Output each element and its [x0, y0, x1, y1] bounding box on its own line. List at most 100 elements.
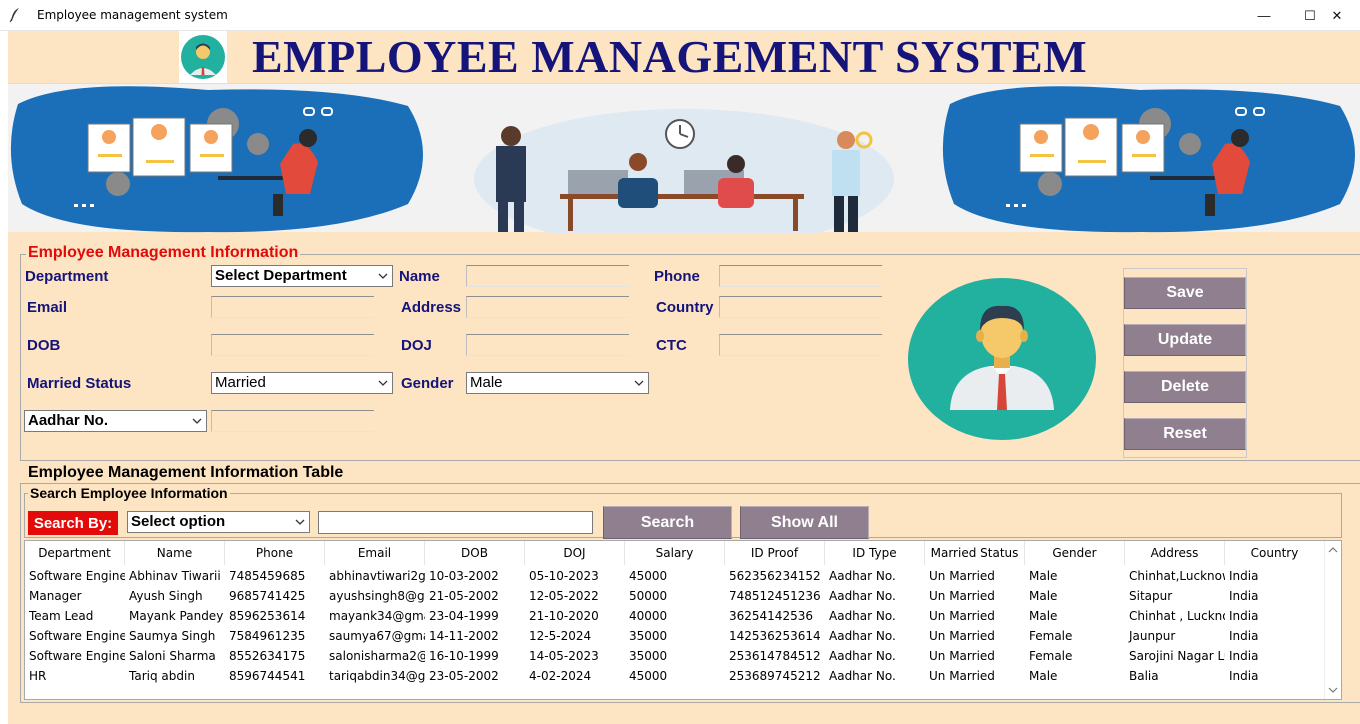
table-cell: Aadhar No. [829, 589, 896, 603]
table-cell: Sarojini Nagar Lu [1129, 649, 1225, 663]
table-cell: 253614784512 [729, 649, 821, 663]
table-cell: Saumya Singh [129, 629, 216, 643]
id-type-select[interactable]: Aadhar No. [24, 410, 207, 432]
address-field[interactable] [466, 296, 629, 318]
minimize-button[interactable]: — [1241, 0, 1287, 31]
column-header[interactable]: ID Type [825, 541, 925, 565]
column-header[interactable]: Email [325, 541, 425, 565]
table-cell: Chinhat , Lucknov [1129, 609, 1225, 623]
bottom-strip [8, 704, 1360, 724]
update-button[interactable]: Update [1124, 324, 1246, 356]
column-header[interactable]: DOB [425, 541, 525, 565]
table-cell: Un Married [929, 589, 995, 603]
chevron-down-icon [634, 380, 644, 386]
table-cell: 14-05-2023 [529, 649, 599, 663]
app-header: EMPLOYEE MANAGEMENT SYSTEM [8, 31, 1360, 83]
table-cell: Male [1029, 609, 1058, 623]
table-cell: 12-5-2024 [529, 629, 592, 643]
dob-field[interactable] [211, 334, 374, 356]
scroll-up-icon[interactable] [1328, 545, 1338, 555]
column-header[interactable]: Name [125, 541, 225, 565]
show-all-button[interactable]: Show All [740, 506, 869, 539]
gender-select[interactable]: Male [466, 372, 649, 394]
table-cell: India [1229, 629, 1259, 643]
table-body: Software Enginee Abhinav Tiwarii 748545968… [25, 566, 1325, 686]
search-button[interactable]: Search [603, 506, 732, 539]
column-header[interactable]: Address [1125, 541, 1225, 565]
column-header[interactable]: Phone [225, 541, 325, 565]
married-status-select[interactable]: Married [211, 372, 393, 394]
table-row[interactable]: HR Tariq abdin 8596744541 tariqabdin34@gm 23… [25, 666, 1325, 686]
table-cell: 8552634175 [229, 649, 306, 663]
country-field[interactable] [719, 296, 882, 318]
phone-field[interactable] [719, 265, 882, 287]
ctc-label: CTC [656, 337, 687, 354]
table-row[interactable]: Software Enginee Saumya Singh 7584961235 sa… [25, 626, 1325, 646]
table-cell: 23-04-1999 [429, 609, 499, 623]
table-cell: 10-03-2002 [429, 569, 499, 583]
table-cell: 16-10-1999 [429, 649, 499, 663]
table-cell: Aadhar No. [829, 649, 896, 663]
table-row[interactable]: Team Lead Mayank Pandey 8596253614 mayank34… [25, 606, 1325, 626]
column-header[interactable]: Country [1225, 541, 1325, 565]
dob-label: DOB [27, 337, 61, 354]
email-label: Email [27, 299, 68, 316]
table-cell: saumya67@gmai [329, 629, 425, 643]
window-left-edge [0, 31, 8, 724]
avatar [179, 31, 227, 83]
table-header: Department Name Phone Email DOB DOJ Salary ID P… [25, 541, 1325, 565]
table-cell: Aadhar No. [829, 669, 896, 683]
doj-field[interactable] [466, 334, 629, 356]
email-field[interactable] [211, 296, 374, 318]
table-cell: Male [1029, 569, 1058, 583]
table-cell: tariqabdin34@gm [329, 669, 425, 683]
table-cell: 8596253614 [229, 609, 306, 623]
table-cell: India [1229, 669, 1259, 683]
table-row[interactable]: Software Enginee Saloni Sharma 8552634175 s… [25, 646, 1325, 666]
table-cell: Saloni Sharma [129, 649, 216, 663]
search-input[interactable] [318, 511, 593, 534]
search-by-label: Search By: [28, 511, 118, 535]
table-row[interactable]: Manager Ayush Singh 9685741425 ayushsingh8@… [25, 586, 1325, 606]
column-header[interactable]: Department [25, 541, 125, 565]
table-cell: Un Married [929, 629, 995, 643]
department-select[interactable]: Select Department [211, 265, 393, 287]
profile-illustration [908, 278, 1096, 440]
column-header[interactable]: Salary [625, 541, 725, 565]
id-number-field[interactable] [211, 410, 374, 432]
table-cell: ayushsingh8@gm [329, 589, 425, 603]
department-label: Department [25, 268, 109, 285]
table-vertical-scrollbar[interactable] [1324, 541, 1341, 699]
delete-button[interactable]: Delete [1124, 371, 1246, 403]
chevron-down-icon [378, 273, 388, 279]
column-header[interactable]: ID Proof [725, 541, 825, 565]
employee-table[interactable]: Department Name Phone Email DOB DOJ Salary ID P… [24, 540, 1342, 700]
table-cell: Female [1029, 649, 1073, 663]
user-avatar-icon [181, 35, 225, 79]
reset-button[interactable]: Reset [1124, 418, 1246, 450]
search-option-select[interactable]: Select option [127, 511, 310, 533]
doj-label: DOJ [401, 337, 432, 354]
table-cell: 748512451236 [729, 589, 821, 603]
column-header[interactable]: Gender [1025, 541, 1125, 565]
ctc-field[interactable] [719, 334, 882, 356]
table-cell: Aadhar No. [829, 569, 896, 583]
column-header[interactable]: DOJ [525, 541, 625, 565]
office-illustration [10, 86, 1355, 249]
table-row[interactable]: Software Enginee Abhinav Tiwarii 748545968… [25, 566, 1325, 586]
column-header[interactable]: Married Status [925, 541, 1025, 565]
country-label: Country [656, 299, 714, 316]
table-cell: Mayank Pandey [129, 609, 224, 623]
scroll-down-icon[interactable] [1328, 685, 1338, 695]
save-button[interactable]: Save [1124, 277, 1246, 309]
name-field[interactable] [466, 265, 629, 287]
id-type-value: Aadhar No. [28, 412, 109, 429]
chevron-down-icon [378, 380, 388, 386]
banner-illustration [8, 83, 1360, 249]
table-cell: 45000 [629, 569, 668, 583]
table-cell: 7584961235 [229, 629, 306, 643]
table-cell: 05-10-2023 [529, 569, 599, 583]
table-cell: 36254142536 [729, 609, 813, 623]
name-label: Name [399, 268, 440, 285]
close-button[interactable]: ✕ [1314, 0, 1360, 31]
